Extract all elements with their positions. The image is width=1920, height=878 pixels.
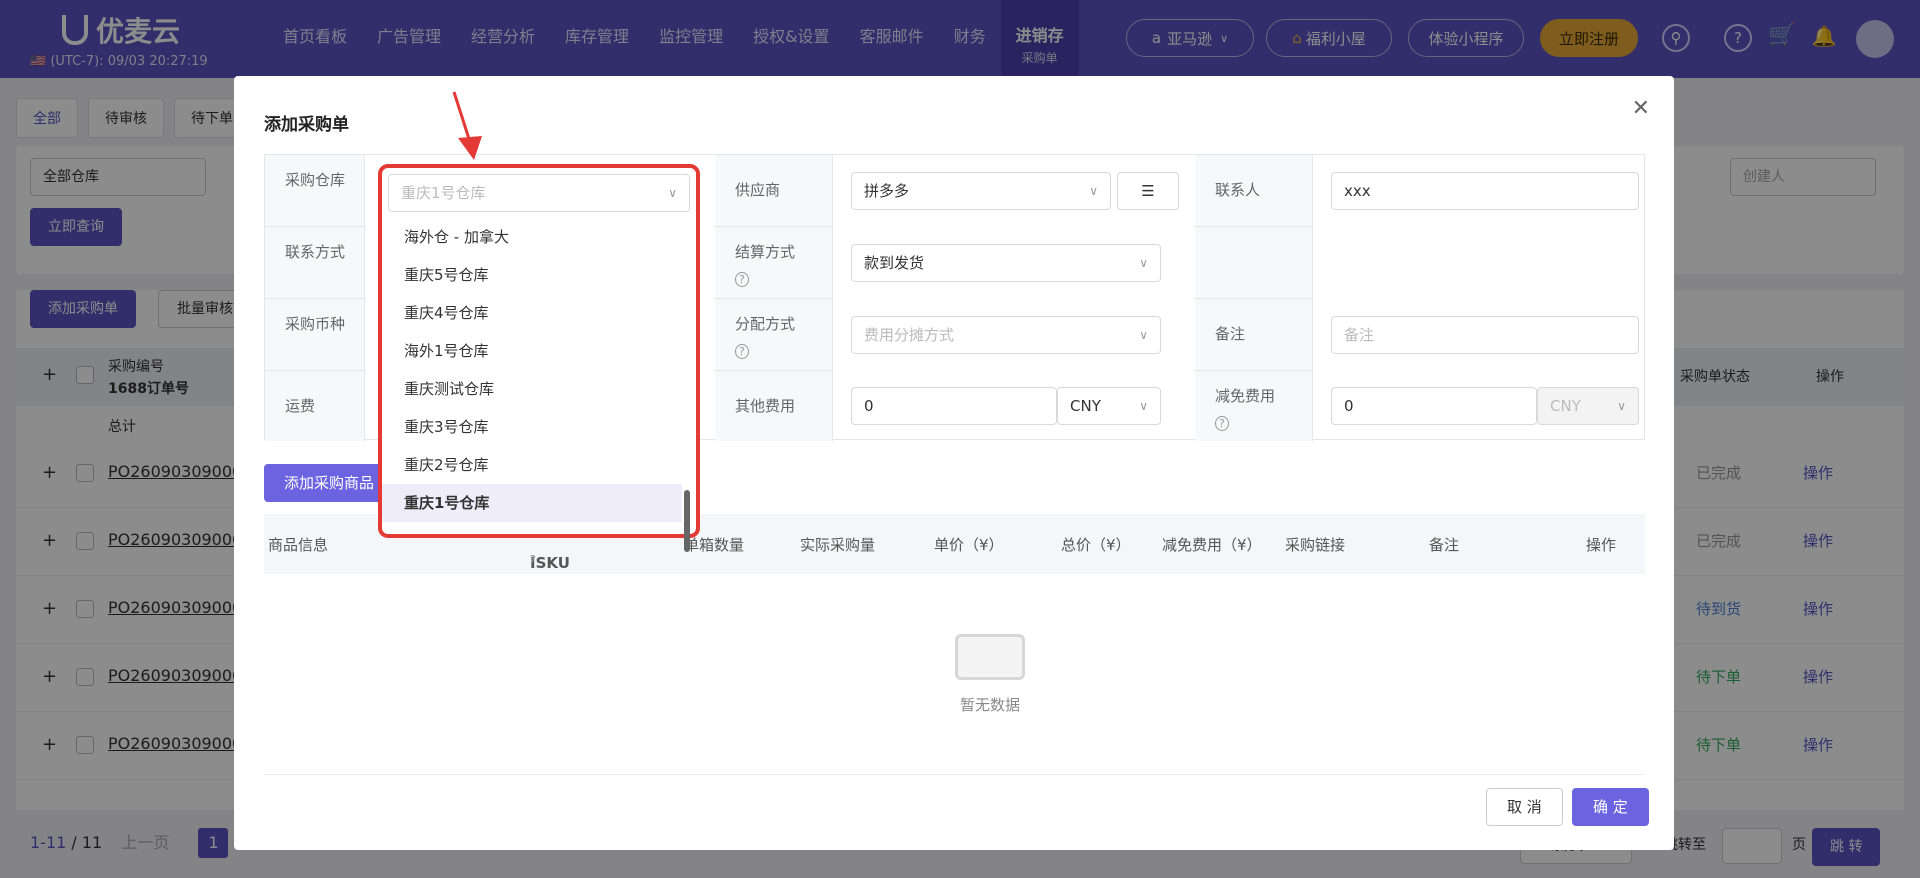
warehouse-option-selected[interactable]: 重庆1号仓库 — [382, 484, 682, 522]
warehouse-dropdown: 重庆1号仓库 ∨ 海外仓 - 加拿大 重庆5号仓库 重庆4号仓库 海外1号仓库 … — [378, 164, 700, 552]
allocation-label-text: 分配方式 — [735, 315, 796, 333]
help-icon[interactable]: ? — [735, 344, 749, 359]
discount-currency-select: CNY ∨ — [1537, 387, 1639, 425]
annotation-arrow-icon — [452, 91, 482, 160]
dialog-divider — [264, 774, 1645, 775]
warehouse-option[interactable]: 重庆4号仓库 — [382, 294, 682, 332]
cancel-button[interactable]: 取 消 — [1486, 788, 1563, 826]
close-icon[interactable]: ✕ — [1632, 96, 1650, 121]
settlement-value: 款到发货 — [864, 254, 925, 272]
warehouse-options: 海外仓 - 加拿大 重庆5号仓库 重庆4号仓库 海外1号仓库 重庆测试仓库 重庆… — [382, 218, 696, 552]
confirm-button[interactable]: 确 定 — [1572, 788, 1649, 826]
supplier-label: 供应商 — [715, 155, 833, 227]
contact-input[interactable]: xxx — [1331, 172, 1639, 210]
warehouse-option[interactable]: 重庆3号仓库 — [382, 408, 682, 446]
warehouse-option[interactable]: 重庆2号仓库 — [382, 446, 682, 484]
warehouse-option[interactable]: 重庆5号仓库 — [382, 256, 682, 294]
warehouse-label: 采购仓库 — [265, 155, 365, 227]
dialog-title: 添加采购单 — [264, 115, 349, 135]
settlement-select[interactable]: 款到发货 ∨ — [851, 244, 1161, 282]
col-remark: 备注 — [1429, 536, 1460, 554]
allocation-select[interactable]: 费用分摊方式 ∨ — [851, 316, 1161, 354]
remark-input[interactable]: 备注 — [1331, 316, 1639, 354]
col-unit-price: 单价（¥） — [934, 536, 1004, 554]
other-fee-currency: CNY — [1070, 397, 1101, 415]
discount-label-text: 减免费用 — [1215, 387, 1276, 405]
help-icon[interactable]: ? — [1215, 416, 1229, 431]
chevron-down-icon: ∨ — [1089, 184, 1098, 198]
empty-text: 暂无数据 — [959, 696, 1020, 714]
col-total-price: 总价（¥） — [1061, 536, 1131, 554]
contact-label: 联系人 — [1195, 155, 1313, 227]
discount-label: 减免费用? — [1195, 371, 1313, 441]
col-actual-qty: 实际采购量 — [800, 536, 876, 554]
other-fee-currency-select[interactable]: CNY ∨ — [1057, 387, 1161, 425]
supplier-select[interactable]: 拼多多 ∨ — [851, 172, 1111, 210]
col-purchase-link: 采购链接 — [1285, 536, 1346, 554]
warehouse-select[interactable]: 重庆1号仓库 ∨ — [388, 174, 690, 212]
other-fee-label: 其他费用 — [715, 371, 833, 441]
chevron-down-icon: ∨ — [1139, 399, 1148, 413]
chevron-up-icon: ∨ — [668, 186, 677, 200]
empty-box-icon — [955, 634, 1025, 680]
supplier-list-button[interactable]: ☰ — [1117, 172, 1179, 210]
warehouse-option[interactable]: 重庆测试仓库 — [382, 370, 682, 408]
menu-icon: ☰ — [1141, 182, 1155, 200]
settlement-label-text: 结算方式 — [735, 243, 796, 261]
allocation-label: 分配方式? — [715, 299, 833, 371]
col-discount: 减免费用（¥） — [1162, 536, 1262, 554]
warehouse-option[interactable]: 海外仓 - 加拿大 — [382, 218, 682, 256]
warehouse-placeholder: 重庆1号仓库 — [401, 184, 486, 202]
settlement-label: 结算方式? — [715, 227, 833, 299]
add-goods-button[interactable]: 添加采购商品 — [264, 464, 395, 502]
supplier-value: 拼多多 — [864, 182, 910, 200]
remark-label: 备注 — [1195, 299, 1313, 371]
discount-currency: CNY — [1550, 397, 1581, 415]
chevron-down-icon: ∨ — [1139, 256, 1148, 270]
discount-input[interactable]: 0 — [1331, 387, 1537, 425]
currency-label: 采购币种 — [265, 299, 365, 371]
help-icon[interactable]: ? — [530, 554, 536, 565]
other-fee-input[interactable]: 0 — [851, 387, 1057, 425]
col-operation: 操作 — [1586, 536, 1617, 554]
col-goods-info: 商品信息 — [268, 536, 329, 554]
dropdown-scrollbar[interactable] — [684, 490, 690, 552]
warehouse-option[interactable]: 海外1号仓库 — [382, 332, 682, 370]
chevron-down-icon: ∨ — [1617, 399, 1626, 413]
empty-label-cell — [1195, 227, 1313, 299]
help-icon[interactable]: ? — [735, 272, 749, 287]
freight-label: 运费 — [265, 371, 365, 441]
allocation-placeholder: 费用分摊方式 — [864, 326, 955, 344]
contact-method-label: 联系方式 — [265, 227, 365, 299]
chevron-down-icon: ∨ — [1139, 328, 1148, 342]
empty-state: 暂无数据 — [920, 634, 1060, 715]
